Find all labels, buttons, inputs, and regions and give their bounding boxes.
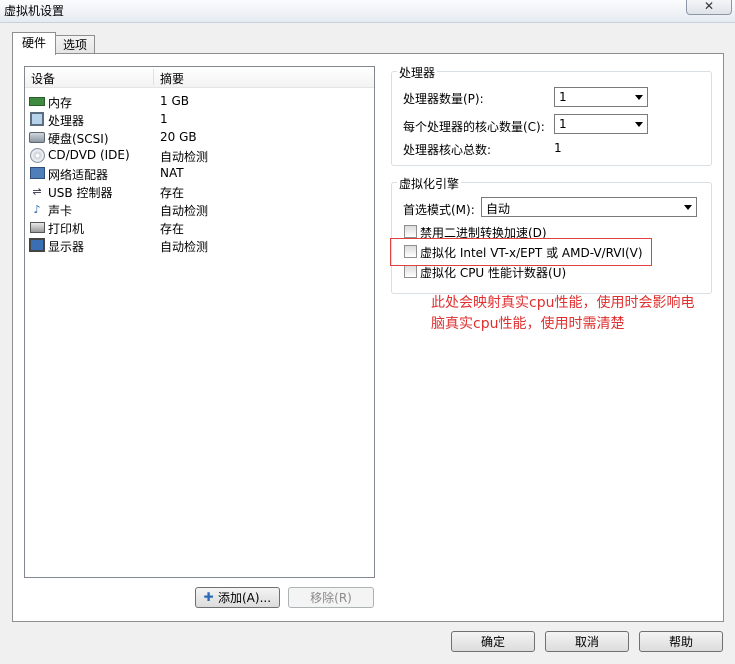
device-name: 硬盘(SCSI) — [48, 132, 109, 146]
processor-count-label: 处理器数量(P): — [403, 92, 484, 106]
device-summary: 存在 — [160, 186, 185, 200]
device-row-hard-disk[interactable]: 硬盘(SCSI) 20 GB — [25, 128, 374, 146]
chevron-down-icon — [635, 122, 643, 127]
chevron-down-icon — [684, 205, 692, 210]
total-cores-label: 处理器核心总数: — [403, 143, 492, 157]
preferred-mode-value: 自动 — [486, 202, 511, 216]
device-summary: 自动检测 — [160, 204, 209, 218]
remove-device-button[interactable]: 移除(R) — [288, 587, 374, 608]
display-icon — [29, 237, 45, 253]
cd-dvd-icon — [29, 147, 45, 163]
preferred-mode-select[interactable]: 自动 — [481, 197, 697, 217]
help-button[interactable]: 帮助 — [639, 631, 723, 652]
title-bar: 虚拟机设置 ✕ — [0, 0, 735, 23]
chevron-down-icon — [635, 95, 643, 100]
annotation-note: 此处会映射真实cpu性能，使用时会影响电 脑真实cpu性能，使用时需清楚 — [431, 293, 731, 335]
column-header-device[interactable]: 设备 — [31, 70, 55, 87]
device-row-processor[interactable]: 处理器 1 — [25, 110, 374, 128]
device-row-network-adapter[interactable]: 网络适配器 NAT — [25, 164, 374, 182]
device-summary: 1 GB — [160, 94, 189, 108]
cancel-button[interactable]: 取消 — [545, 631, 629, 652]
processor-count-value: 1 — [559, 90, 567, 104]
add-device-button[interactable]: ✚ 添加(A)... — [195, 587, 280, 608]
annotation-line-2: 脑真实cpu性能，使用时需清楚 — [431, 316, 625, 332]
device-row-memory[interactable]: 内存 1 GB — [25, 92, 374, 110]
device-row-usb[interactable]: ⇌ USB 控制器 存在 — [25, 182, 374, 201]
device-summary: 存在 — [160, 222, 185, 236]
device-row-display[interactable]: 显示器 自动检测 — [25, 236, 374, 254]
hard-disk-icon — [29, 129, 45, 145]
device-name: 处理器 — [48, 114, 85, 128]
device-name: 网络适配器 — [48, 168, 109, 182]
device-summary: 自动检测 — [160, 240, 209, 254]
device-list[interactable]: 设备 摘要 内存 1 GB 处理器 1 硬盘(SCSI) 20 GB CD/DV… — [24, 66, 375, 578]
device-name: USB 控制器 — [48, 186, 113, 200]
device-summary: 自动检测 — [160, 150, 209, 164]
disable-binary-translation-checkbox[interactable] — [404, 225, 417, 238]
device-name: 显示器 — [48, 240, 85, 254]
device-name: 声卡 — [48, 204, 73, 218]
tab-hardware[interactable]: 硬件 — [12, 32, 56, 55]
device-summary: 20 GB — [160, 130, 197, 144]
processor-icon — [29, 111, 45, 127]
close-icon: ✕ — [703, 0, 715, 13]
cores-per-processor-label: 每个处理器的核心数量(C): — [403, 120, 545, 134]
printer-icon — [29, 219, 45, 235]
column-header-summary[interactable]: 摘要 — [160, 70, 184, 87]
device-name: CD/DVD (IDE) — [48, 148, 130, 162]
sound-card-icon: ♪ — [33, 202, 41, 216]
device-summary: 1 — [160, 112, 168, 126]
cores-per-processor-value: 1 — [559, 117, 567, 131]
device-list-header: 设备 摘要 — [25, 67, 374, 88]
preferred-mode-label: 首选模式(M): — [403, 203, 475, 217]
device-name: 内存 — [48, 96, 73, 110]
device-name: 打印机 — [48, 222, 85, 236]
device-row-printer[interactable]: 打印机 存在 — [25, 218, 374, 236]
processor-group-title: 处理器 — [397, 64, 438, 81]
close-button[interactable]: ✕ — [686, 0, 732, 15]
add-device-label: 添加(A)... — [218, 591, 272, 605]
cores-per-processor-select[interactable]: 1 — [554, 114, 648, 134]
annotation-line-1: 此处会映射真实cpu性能，使用时会影响电 — [431, 295, 695, 311]
memory-icon — [29, 93, 45, 109]
processor-count-select[interactable]: 1 — [554, 87, 648, 107]
device-summary: NAT — [160, 166, 184, 180]
total-cores-value: 1 — [554, 141, 562, 155]
virtualization-engine-title: 虚拟化引擎 — [397, 175, 462, 192]
virtualize-cpu-counters-checkbox[interactable] — [404, 265, 417, 278]
window-title: 虚拟机设置 — [4, 4, 65, 18]
tab-options[interactable]: 选项 — [55, 35, 95, 54]
column-separator[interactable] — [153, 69, 154, 85]
annotation-highlight-box — [390, 238, 652, 266]
device-row-cd-dvd[interactable]: CD/DVD (IDE) 自动检测 — [25, 146, 374, 164]
device-row-sound-card[interactable]: ♪ 声卡 自动检测 — [25, 200, 374, 219]
network-adapter-icon — [29, 165, 45, 181]
virtualize-cpu-counters-label[interactable]: 虚拟化 CPU 性能计数器(U) — [420, 264, 566, 281]
usb-icon: ⇌ — [32, 184, 42, 198]
add-hardware-icon: ✚ — [203, 590, 214, 604]
ok-button[interactable]: 确定 — [451, 631, 535, 652]
